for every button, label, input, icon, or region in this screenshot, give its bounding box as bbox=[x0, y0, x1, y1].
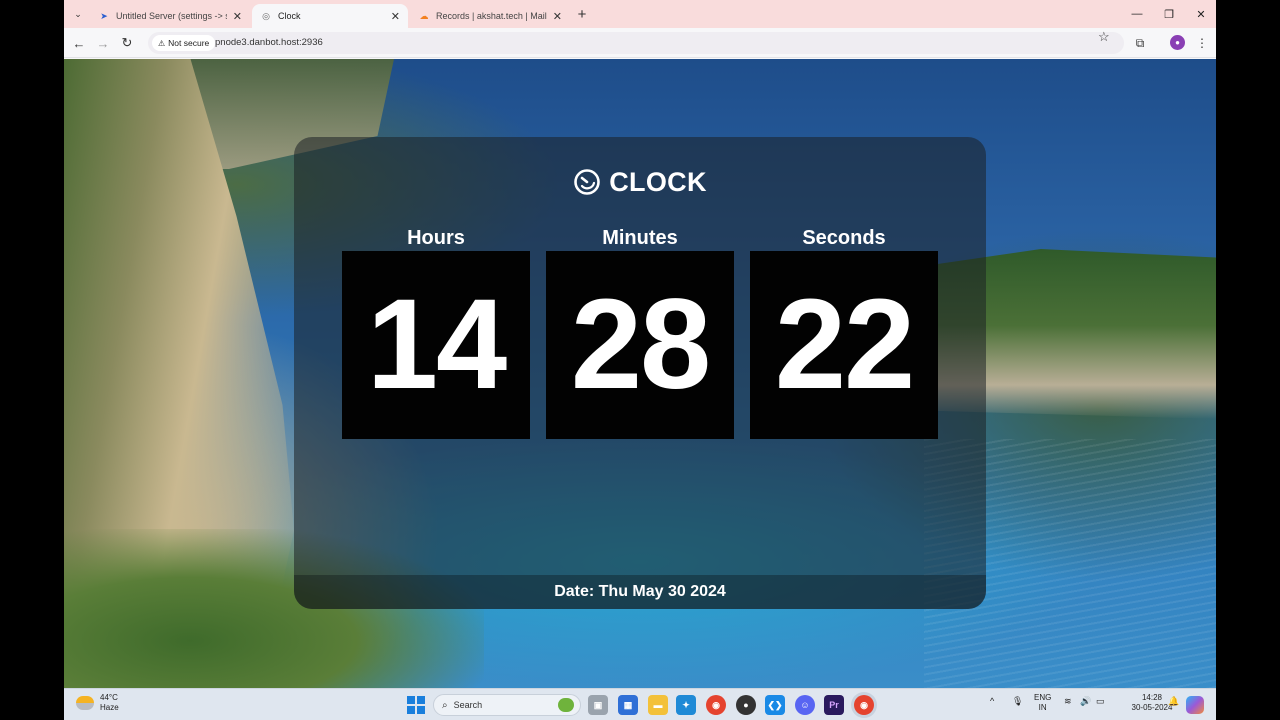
extensions-icon[interactable]: ⧉ bbox=[1130, 33, 1150, 53]
forward-button[interactable]: → bbox=[93, 33, 113, 53]
weather-temperature: 44°C bbox=[100, 693, 118, 702]
security-label: Not secure bbox=[168, 38, 210, 48]
search-icon: ⌕ bbox=[442, 699, 448, 711]
language-code: ENG bbox=[1034, 693, 1052, 702]
weather-text: 44°C Haze bbox=[100, 693, 119, 713]
address-bar[interactable]: ⚠ Not secure pnode3.danbot.host:2936 bbox=[148, 32, 1124, 54]
haze-weather-icon bbox=[76, 696, 94, 710]
minutes-label: Minutes bbox=[602, 227, 678, 249]
close-icon[interactable]: ✕ bbox=[233, 10, 242, 23]
hours-display: 14 bbox=[342, 251, 530, 439]
twitter-icon[interactable]: ✦ bbox=[676, 695, 696, 715]
seconds-unit: Seconds bbox=[750, 227, 938, 249]
search-highlight-icon bbox=[558, 698, 574, 712]
weather-widget[interactable]: 44°C Haze bbox=[76, 693, 119, 713]
weather-condition: Haze bbox=[100, 703, 119, 712]
new-tab-button[interactable]: + bbox=[572, 4, 592, 24]
menu-kebab-icon[interactable]: ⋮ bbox=[1192, 33, 1212, 53]
screen: ⌄ ➤ Untitled Server (settings -> ser ✕ ◎… bbox=[64, 0, 1216, 720]
url-text[interactable]: pnode3.danbot.host:2936 bbox=[215, 37, 323, 48]
seconds-display: 22 bbox=[750, 251, 938, 439]
language-region: IN bbox=[1038, 703, 1047, 712]
tab-title: Clock bbox=[278, 11, 301, 21]
clock-header: CLOCK bbox=[294, 165, 986, 199]
github-icon[interactable]: ● bbox=[736, 695, 756, 715]
tab-search-chevron-icon[interactable]: ⌄ bbox=[70, 6, 86, 22]
minutes-value: 28 bbox=[570, 273, 711, 416]
page-viewport: CLOCK Hours 14 Minutes 28 Seconds 22 Dat… bbox=[64, 59, 1216, 688]
tab-clock[interactable]: ◎ Clock ✕ bbox=[252, 4, 408, 28]
browser-toolbar: ← → ↻ ⚠ Not secure pnode3.danbot.host:29… bbox=[64, 28, 1216, 58]
premiere-pro-icon[interactable]: Pr bbox=[824, 695, 844, 715]
chrome-icon[interactable]: ◉ bbox=[706, 695, 726, 715]
language-indicator[interactable]: ENG IN bbox=[1034, 693, 1051, 713]
taskbar-search[interactable]: ⌕ Search bbox=[433, 694, 581, 716]
minutes-display: 28 bbox=[546, 251, 734, 439]
hours-value: 14 bbox=[366, 273, 507, 416]
chrome-active-icon[interactable]: ◉ bbox=[854, 695, 874, 715]
tab-records[interactable]: ☁ Records | akshat.tech | Mailleg ✕ bbox=[410, 4, 570, 28]
microphone-icon[interactable]: 🎙 bbox=[1012, 696, 1023, 707]
clock-icon bbox=[574, 169, 601, 195]
widgets-store-icon[interactable]: ▦ bbox=[618, 695, 638, 715]
back-button[interactable]: ← bbox=[69, 33, 89, 53]
seconds-label: Seconds bbox=[802, 227, 886, 249]
security-chip[interactable]: ⚠ Not secure bbox=[152, 35, 216, 51]
tab-untitled-server[interactable]: ➤ Untitled Server (settings -> ser ✕ bbox=[90, 4, 250, 28]
tray-overflow-icon[interactable]: ^ bbox=[990, 696, 994, 706]
hours-unit: Hours bbox=[342, 227, 530, 249]
profile-avatar[interactable]: ● bbox=[1170, 35, 1185, 50]
discord-bot-icon: ➤ bbox=[100, 10, 108, 21]
tab-strip: ⌄ ➤ Untitled Server (settings -> ser ✕ ◎… bbox=[64, 0, 1216, 28]
windows-taskbar: 44°C Haze ⌕ Search ▣ ▦ ▬ ✦ ◉ ● ❮❯ ☺ Pr ◉… bbox=[64, 688, 1216, 720]
battery-icon[interactable]: ▭ bbox=[1096, 696, 1105, 707]
file-explorer-icon[interactable]: ▬ bbox=[648, 695, 668, 715]
date-bar: Date: Thu May 30 2024 bbox=[294, 575, 986, 609]
hours-label: Hours bbox=[407, 227, 465, 249]
cloudflare-icon: ☁ bbox=[419, 10, 429, 21]
task-view-icon[interactable]: ▣ bbox=[588, 695, 608, 715]
minimize-button[interactable]: — bbox=[1122, 4, 1152, 24]
wifi-icon[interactable]: ≋ bbox=[1064, 696, 1072, 707]
maximize-button[interactable]: ❐ bbox=[1154, 4, 1184, 24]
search-placeholder: Search bbox=[453, 700, 483, 710]
warning-icon: ⚠ bbox=[158, 38, 166, 48]
clock-card: CLOCK Hours 14 Minutes 28 Seconds 22 Dat… bbox=[294, 137, 986, 609]
copilot-icon[interactable] bbox=[1186, 696, 1204, 714]
globe-icon: ◎ bbox=[262, 10, 270, 21]
volume-icon[interactable]: 🔊 bbox=[1080, 696, 1091, 707]
tab-title: Untitled Server (settings -> ser bbox=[116, 11, 227, 21]
discord-icon[interactable]: ☺ bbox=[795, 695, 815, 715]
tab-title: Records | akshat.tech | Mailleg bbox=[436, 11, 547, 21]
close-icon[interactable]: ✕ bbox=[553, 10, 562, 23]
notification-bell-icon[interactable]: 🔔 bbox=[1168, 696, 1179, 707]
minutes-unit: Minutes bbox=[546, 227, 734, 249]
windows-start-icon[interactable] bbox=[407, 696, 425, 714]
seconds-value: 22 bbox=[774, 273, 915, 416]
date-text: Date: Thu May 30 2024 bbox=[554, 583, 726, 600]
clock-title: CLOCK bbox=[609, 166, 707, 197]
close-window-button[interactable]: ✕ bbox=[1186, 4, 1216, 24]
reload-button[interactable]: ↻ bbox=[117, 33, 137, 53]
close-icon[interactable]: ✕ bbox=[391, 10, 400, 23]
bookmark-star-icon[interactable]: ☆ bbox=[1098, 29, 1110, 45]
vscode-icon[interactable]: ❮❯ bbox=[765, 695, 785, 715]
